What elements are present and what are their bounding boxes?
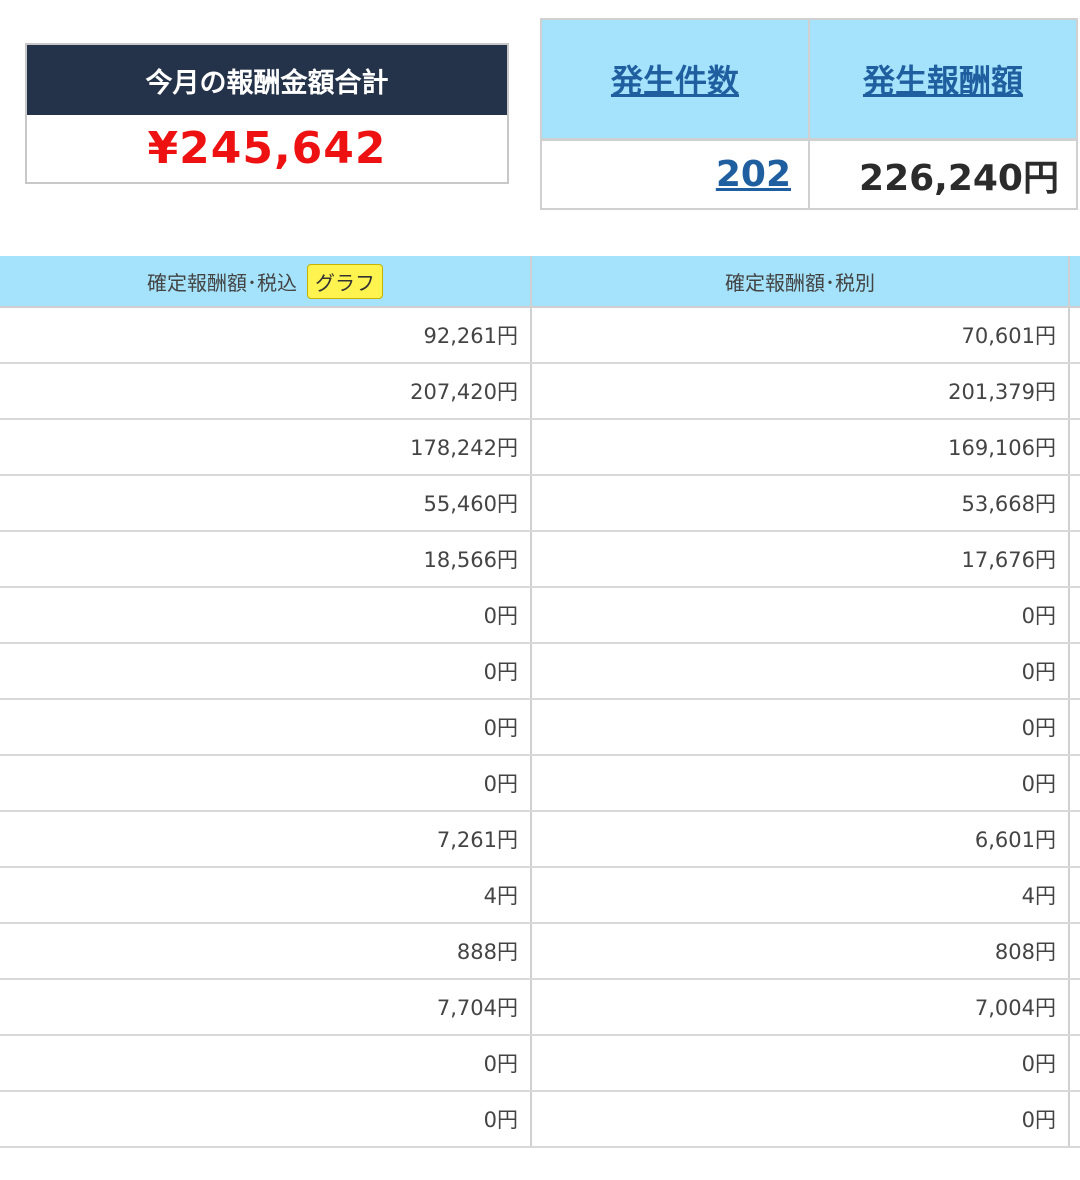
with-tax-cell: 0円 xyxy=(0,756,532,810)
with-tax-cell: 178,242円 xyxy=(0,420,532,474)
without-tax-cell: 0円 xyxy=(532,700,1070,754)
without-tax-cell: 17,676円 xyxy=(532,532,1070,586)
table-row: 0円 0円 xyxy=(0,700,1080,756)
without-tax-cell: 4円 xyxy=(532,868,1070,922)
table-row: 7,704円 7,004円 xyxy=(0,980,1080,1036)
table-body: 92,261円 70,601円 207,420円 201,379円 178,242円 16… xyxy=(0,308,1080,1148)
without-tax-cell: 7,004円 xyxy=(532,980,1070,1034)
with-tax-cell: 92,261円 xyxy=(0,308,532,362)
with-tax-cell: 7,261円 xyxy=(0,812,532,866)
with-tax-cell: 0円 xyxy=(0,644,532,698)
occurrence-reward-header-link[interactable]: 発生報酬額 xyxy=(810,20,1076,141)
with-tax-cell: 888円 xyxy=(0,924,532,978)
with-tax-cell: 7,704円 xyxy=(0,980,532,1034)
table-row: 55,460円 53,668円 xyxy=(0,476,1080,532)
without-tax-cell: 0円 xyxy=(532,588,1070,642)
without-tax-cell: 0円 xyxy=(532,1092,1070,1146)
without-tax-cell: 70,601円 xyxy=(532,308,1070,362)
occurrence-count-header-link[interactable]: 発生件数 xyxy=(542,20,810,141)
occurrence-reward-value: 226,240円 xyxy=(859,157,1059,199)
without-tax-cell: 808円 xyxy=(532,924,1070,978)
without-tax-cell: 6,601円 xyxy=(532,812,1070,866)
with-tax-cell: 55,460円 xyxy=(0,476,532,530)
table-row: 207,420円 201,379円 xyxy=(0,364,1080,420)
without-tax-cell: 0円 xyxy=(532,756,1070,810)
with-tax-cell: 0円 xyxy=(0,588,532,642)
table-row: 0円 0円 xyxy=(0,1092,1080,1148)
without-tax-cell: 53,668円 xyxy=(532,476,1070,530)
with-tax-cell: 18,566円 xyxy=(0,532,532,586)
table-row: 888円 808円 xyxy=(0,924,1080,980)
occurrence-count-link[interactable]: 202 xyxy=(542,141,810,208)
table-row: 92,261円 70,601円 xyxy=(0,308,1080,364)
monthly-total-amount: ¥245,642 xyxy=(147,123,387,174)
monthly-total-title: 今月の報酬金額合計 xyxy=(27,45,507,115)
header-with-tax: 確定報酬額･税込 グラフ xyxy=(0,256,532,306)
monthly-total-box: 今月の報酬金額合計 ¥245,642 xyxy=(25,43,509,184)
header-without-tax: 確定報酬額･税別 xyxy=(532,256,1070,306)
with-tax-cell: 0円 xyxy=(0,1092,532,1146)
without-tax-cell: 169,106円 xyxy=(532,420,1070,474)
graph-button[interactable]: グラフ xyxy=(307,263,383,299)
table-row: 0円 0円 xyxy=(0,756,1080,812)
header-with-tax-label: 確定報酬額･税込 xyxy=(147,270,297,295)
confirmed-reward-table: 確定報酬額･税込 グラフ 確定報酬額･税別 92,261円 70,601円 207,… xyxy=(0,256,1080,1148)
without-tax-cell: 0円 xyxy=(532,644,1070,698)
with-tax-cell: 0円 xyxy=(0,700,532,754)
table-row: 0円 0円 xyxy=(0,1036,1080,1092)
with-tax-cell: 207,420円 xyxy=(0,364,532,418)
table-row: 0円 0円 xyxy=(0,644,1080,700)
table-row: 178,242円 169,106円 xyxy=(0,420,1080,476)
table-row: 18,566円 17,676円 xyxy=(0,532,1080,588)
with-tax-cell: 4円 xyxy=(0,868,532,922)
with-tax-cell: 0円 xyxy=(0,1036,532,1090)
table-header: 確定報酬額･税込 グラフ 確定報酬額･税別 xyxy=(0,256,1080,308)
without-tax-cell: 0円 xyxy=(532,1036,1070,1090)
table-row: 4円 4円 xyxy=(0,868,1080,924)
without-tax-cell: 201,379円 xyxy=(532,364,1070,418)
table-row: 0円 0円 xyxy=(0,588,1080,644)
occurrence-summary-table: 発生件数 発生報酬額 202 226,240円 xyxy=(540,18,1078,210)
table-row: 7,261円 6,601円 xyxy=(0,812,1080,868)
